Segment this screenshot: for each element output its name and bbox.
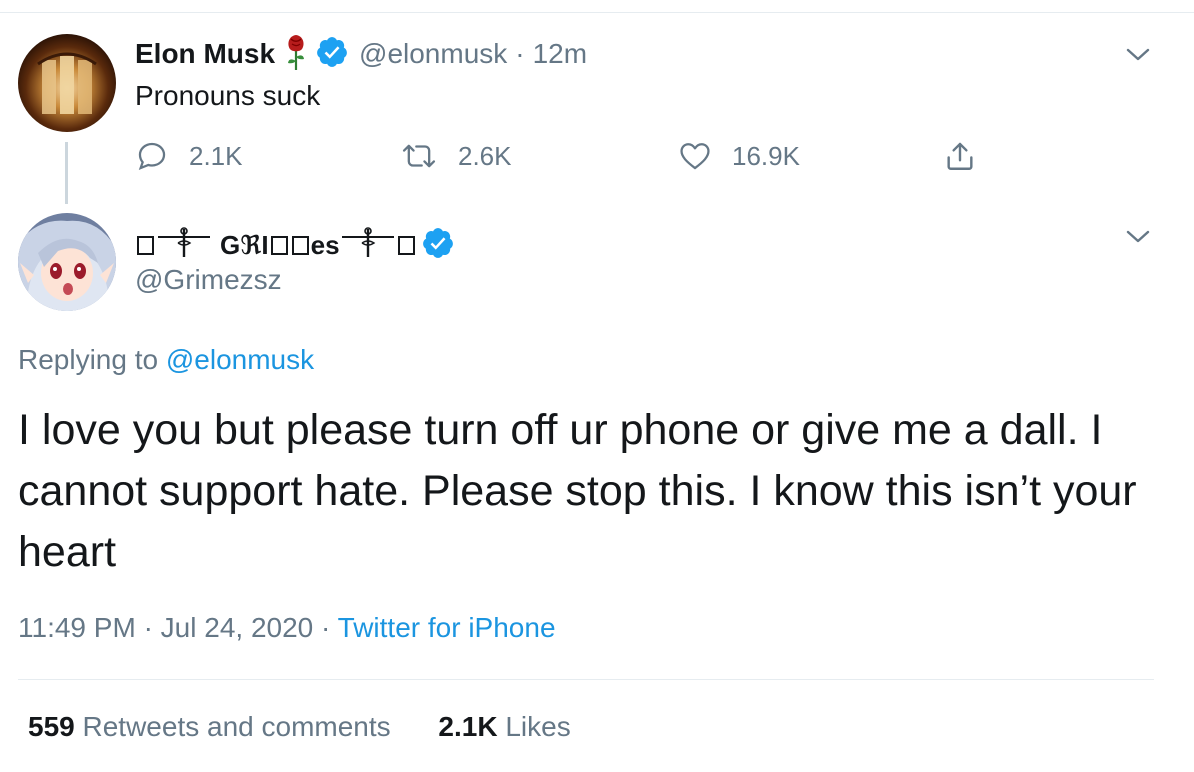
missing-glyph-box [291, 235, 309, 255]
retweet-icon [402, 144, 436, 168]
rose-icon [285, 33, 307, 76]
grimes-name-part-2: es [310, 229, 340, 260]
reply-count: 2.1K [189, 140, 243, 171]
retweet-count: 2.6K [458, 140, 512, 171]
likes-stat[interactable]: 2.1K Likes [438, 711, 570, 742]
retweets-count: 559 [28, 711, 75, 742]
grimes-display-name[interactable]: GℜI es [135, 225, 417, 266]
elon-tweet-text: Pronouns suck [135, 80, 321, 111]
share-icon [947, 142, 973, 170]
elon-display-name[interactable]: Elon Musk [135, 38, 275, 70]
tweet-stats: 559 Retweets and comments 2.1K Likes [28, 711, 571, 743]
thread-line [65, 142, 68, 204]
retweets-stat[interactable]: 559 Retweets and comments [28, 711, 398, 742]
tweet-timestamp[interactable]: 11:49 PM [18, 612, 136, 643]
tweet-source-link[interactable]: Twitter for iPhone [338, 612, 556, 643]
retweets-label: Retweets and comments [82, 711, 391, 742]
cross-ornament-icon [340, 225, 396, 266]
missing-glyph-box [137, 235, 154, 255]
separator-dot: · [143, 612, 161, 643]
tweet-meta: 11:49 PM · Jul 24, 2020 · Twitter for iP… [18, 612, 556, 644]
grimes-tweet-text: I love you but please turn off ur phone … [18, 406, 1137, 576]
elon-header: Elon Musk @elonmusk · 12m [135, 34, 587, 74]
like-count: 16.9K [732, 140, 800, 171]
separator-dot: · [515, 38, 525, 69]
verified-badge-icon [421, 226, 455, 265]
heart-icon [680, 143, 710, 170]
tweet-actions: 2.1K 2.6K 16.9K [135, 136, 995, 176]
replying-prefix: Replying to [18, 344, 159, 375]
chevron-down-icon[interactable] [1124, 44, 1152, 64]
likes-label: Likes [505, 711, 571, 742]
grimes-header: GℜI es [135, 225, 455, 265]
like-button[interactable]: 16.9K [678, 136, 800, 176]
share-button[interactable] [943, 136, 997, 176]
grimes-handle[interactable]: @Grimezsz [135, 264, 282, 296]
tweet-date[interactable]: Jul 24, 2020 [161, 612, 314, 643]
elon-avatar[interactable] [18, 34, 116, 132]
missing-glyph-box [270, 235, 288, 255]
tweet-time[interactable]: 12m [533, 38, 587, 70]
top-border [0, 12, 1194, 13]
elon-handle[interactable]: @elonmusk [359, 38, 507, 70]
grimes-avatar[interactable] [18, 213, 116, 311]
reply-button[interactable]: 2.1K [135, 136, 243, 176]
grimes-name-part-1: GℜI [220, 229, 269, 260]
reply-icon [138, 142, 166, 171]
verified-badge-icon [315, 35, 349, 74]
replying-to: Replying to @elonmusk [18, 344, 314, 376]
chevron-down-icon[interactable] [1124, 226, 1152, 246]
missing-glyph-box [397, 235, 415, 255]
retweet-button[interactable]: 2.6K [400, 136, 512, 176]
replying-mention-link[interactable]: @elonmusk [166, 344, 314, 375]
separator-dot: · [321, 612, 338, 643]
cross-ornament-icon [156, 225, 212, 266]
divider [18, 679, 1154, 680]
likes-count: 2.1K [438, 711, 498, 742]
